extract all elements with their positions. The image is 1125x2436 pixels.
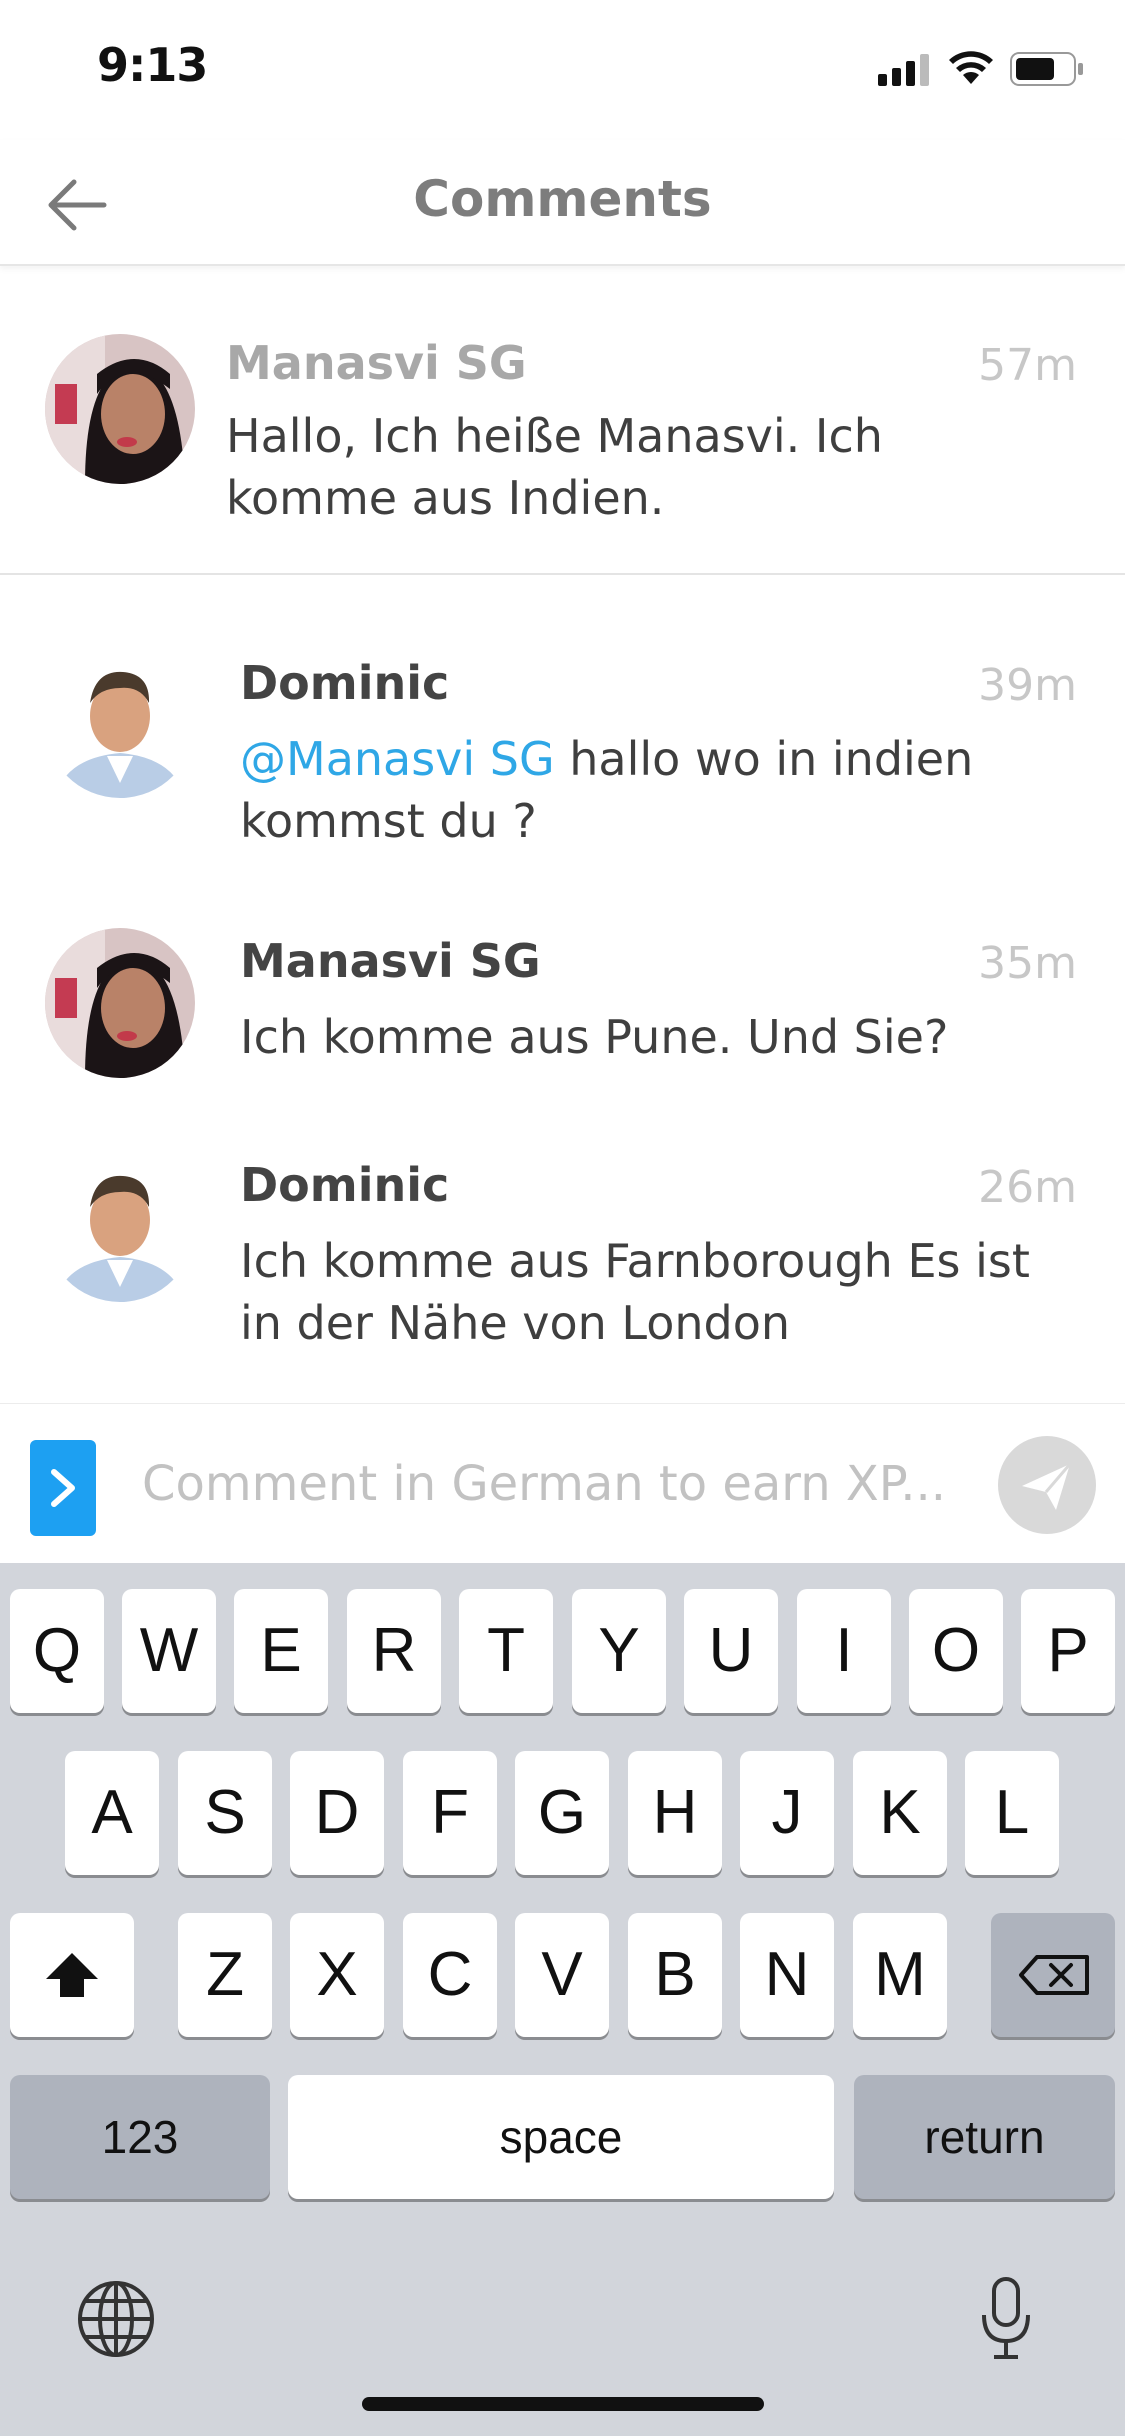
- return-key[interactable]: return: [854, 2075, 1115, 2199]
- key-t[interactable]: T: [459, 1589, 553, 1713]
- comment-author[interactable]: Manasvi SG: [240, 934, 541, 988]
- key-d[interactable]: D: [290, 1751, 384, 1875]
- key-s[interactable]: S: [178, 1751, 272, 1875]
- key-g[interactable]: G: [515, 1751, 609, 1875]
- key-n[interactable]: N: [740, 1913, 834, 2037]
- battery-icon: [1010, 52, 1083, 86]
- space-key[interactable]: space: [288, 2075, 834, 2199]
- numbers-key[interactable]: 123: [10, 2075, 270, 2199]
- comment-time: 26m: [978, 1162, 1077, 1213]
- key-l[interactable]: L: [965, 1751, 1059, 1875]
- key-h[interactable]: H: [628, 1751, 722, 1875]
- comment-input[interactable]: Comment in German to earn XP...: [142, 1456, 946, 1512]
- key-c[interactable]: C: [403, 1913, 497, 2037]
- key-r[interactable]: R: [347, 1589, 441, 1713]
- key-y[interactable]: Y: [572, 1589, 666, 1713]
- comment-text-line: in der Nähe von London: [240, 1296, 791, 1350]
- status-bar: 9:13: [0, 0, 1125, 140]
- comment-text-line: Hallo, Ich heiße Manasvi. Ich: [226, 409, 883, 463]
- key-v[interactable]: V: [515, 1913, 609, 2037]
- comment-author[interactable]: Dominic: [240, 1158, 449, 1212]
- comment-text-line: hallo wo in indien: [554, 732, 974, 786]
- key-o[interactable]: O: [909, 1589, 1003, 1713]
- key-b[interactable]: B: [628, 1913, 722, 2037]
- comment-text-line: Ich komme aus Pune. Und Sie?: [240, 1010, 949, 1064]
- key-p[interactable]: P: [1021, 1589, 1115, 1713]
- avatar[interactable]: [45, 648, 195, 798]
- comment-author[interactable]: Manasvi SG: [226, 336, 527, 390]
- send-button[interactable]: [998, 1436, 1096, 1534]
- comment-time: 57m: [978, 340, 1077, 391]
- cellular-signal-icon: [878, 54, 929, 86]
- expand-button[interactable]: [30, 1440, 96, 1536]
- navigation-header: Comments: [0, 140, 1125, 266]
- comment-text: Ich komme aus Farnborough Es ist in der …: [240, 1230, 1030, 1354]
- wifi-icon: [949, 51, 993, 84]
- delete-key[interactable]: [991, 1913, 1115, 2037]
- key-w[interactable]: W: [122, 1589, 216, 1713]
- avatar[interactable]: [45, 1152, 195, 1302]
- comment-time: 35m: [978, 938, 1077, 989]
- paper-plane-icon: [1022, 1463, 1072, 1510]
- comment-time: 39m: [978, 660, 1077, 711]
- key-k[interactable]: K: [853, 1751, 947, 1875]
- thread-divider: [0, 573, 1125, 575]
- key-j[interactable]: J: [740, 1751, 834, 1875]
- comment-text: @Manasvi SG hallo wo in indien kommst du…: [240, 728, 973, 852]
- key-m[interactable]: M: [853, 1913, 947, 2037]
- page-title: Comments: [413, 170, 712, 228]
- home-indicator[interactable]: [362, 2397, 764, 2411]
- comment-composer: Comment in German to earn XP...: [0, 1403, 1125, 1564]
- comment-text-line: Ich komme aus Farnborough Es ist: [240, 1234, 1030, 1288]
- shift-key[interactable]: [10, 1913, 134, 2037]
- status-time: 9:13: [97, 38, 208, 92]
- on-screen-keyboard: Q W E R T Y U I O P A S D F G H J K L Z …: [0, 1563, 1125, 2436]
- key-f[interactable]: F: [403, 1751, 497, 1875]
- globe-icon[interactable]: [76, 2279, 156, 2359]
- backspace-icon: [1019, 1955, 1089, 1995]
- key-i[interactable]: I: [797, 1589, 891, 1713]
- key-q[interactable]: Q: [10, 1589, 104, 1713]
- comment-text-line: kommst du ?: [240, 794, 537, 848]
- key-x[interactable]: X: [290, 1913, 384, 2037]
- key-u[interactable]: U: [684, 1589, 778, 1713]
- avatar[interactable]: [45, 334, 195, 484]
- comment-text: Ich komme aus Pune. Und Sie?: [240, 1006, 948, 1068]
- shift-arrow-icon: [46, 1953, 98, 1997]
- key-a[interactable]: A: [65, 1751, 159, 1875]
- microphone-icon[interactable]: [976, 2275, 1036, 2361]
- avatar[interactable]: [45, 928, 195, 1078]
- comment-text-line: komme aus Indien.: [226, 471, 665, 525]
- comment-text: Hallo, Ich heiße Manasvi. Ich komme aus …: [226, 405, 883, 529]
- key-e[interactable]: E: [234, 1589, 328, 1713]
- comment-author[interactable]: Dominic: [240, 656, 449, 710]
- user-mention-link[interactable]: @Manasvi SG: [240, 732, 555, 786]
- key-z[interactable]: Z: [178, 1913, 272, 2037]
- chevron-right-icon: [51, 1469, 75, 1507]
